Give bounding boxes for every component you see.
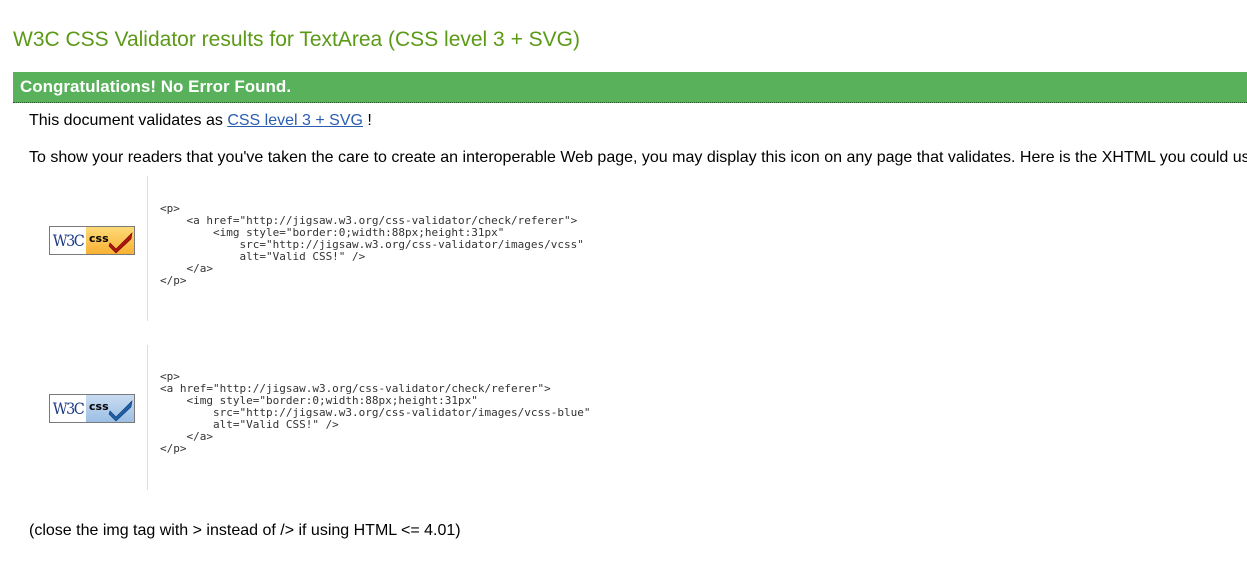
badge-code-snippet: <p> <a href="http://jigsaw.w3.org/css-va… xyxy=(160,370,591,455)
close-tag-note: (close the img tag with > instead of /> … xyxy=(29,522,461,539)
badge-code-block-1: <p> <a href="http://jigsaw.w3.org/css-va… xyxy=(147,176,648,321)
css-badge-label: css xyxy=(89,232,109,245)
badge-code-snippet: <p> <a href="http://jigsaw.w3.org/css-va… xyxy=(160,202,584,287)
w3c-logo-text: W3C xyxy=(50,395,86,422)
page-title: W3C CSS Validator results for TextArea (… xyxy=(13,28,581,51)
css-badge-panel: css xyxy=(86,227,134,254)
success-banner: Congratulations! No Error Found. xyxy=(13,72,1247,103)
validation-summary: This document validates as CSS level 3 +… xyxy=(29,112,372,130)
success-message: Congratulations! No Error Found. xyxy=(20,77,292,96)
css-badge-panel: css xyxy=(86,395,134,422)
validation-prefix: This document validates as xyxy=(29,112,228,129)
w3c-logo-text: W3C xyxy=(50,227,86,254)
valid-css-badge-gold[interactable]: W3C css xyxy=(49,226,135,255)
badge-instructions: To show your readers that you've taken t… xyxy=(29,149,1247,166)
badge-code-block-2: <p> <a href="http://jigsaw.w3.org/css-va… xyxy=(147,345,648,490)
validation-suffix: ! xyxy=(362,112,372,129)
checkmark-icon xyxy=(108,400,133,422)
css-profile-link[interactable]: CSS level 3 + SVG xyxy=(227,112,363,129)
checkmark-icon xyxy=(108,232,133,254)
valid-css-badge-blue[interactable]: W3C css xyxy=(49,394,135,423)
css-badge-label: css xyxy=(89,400,109,413)
